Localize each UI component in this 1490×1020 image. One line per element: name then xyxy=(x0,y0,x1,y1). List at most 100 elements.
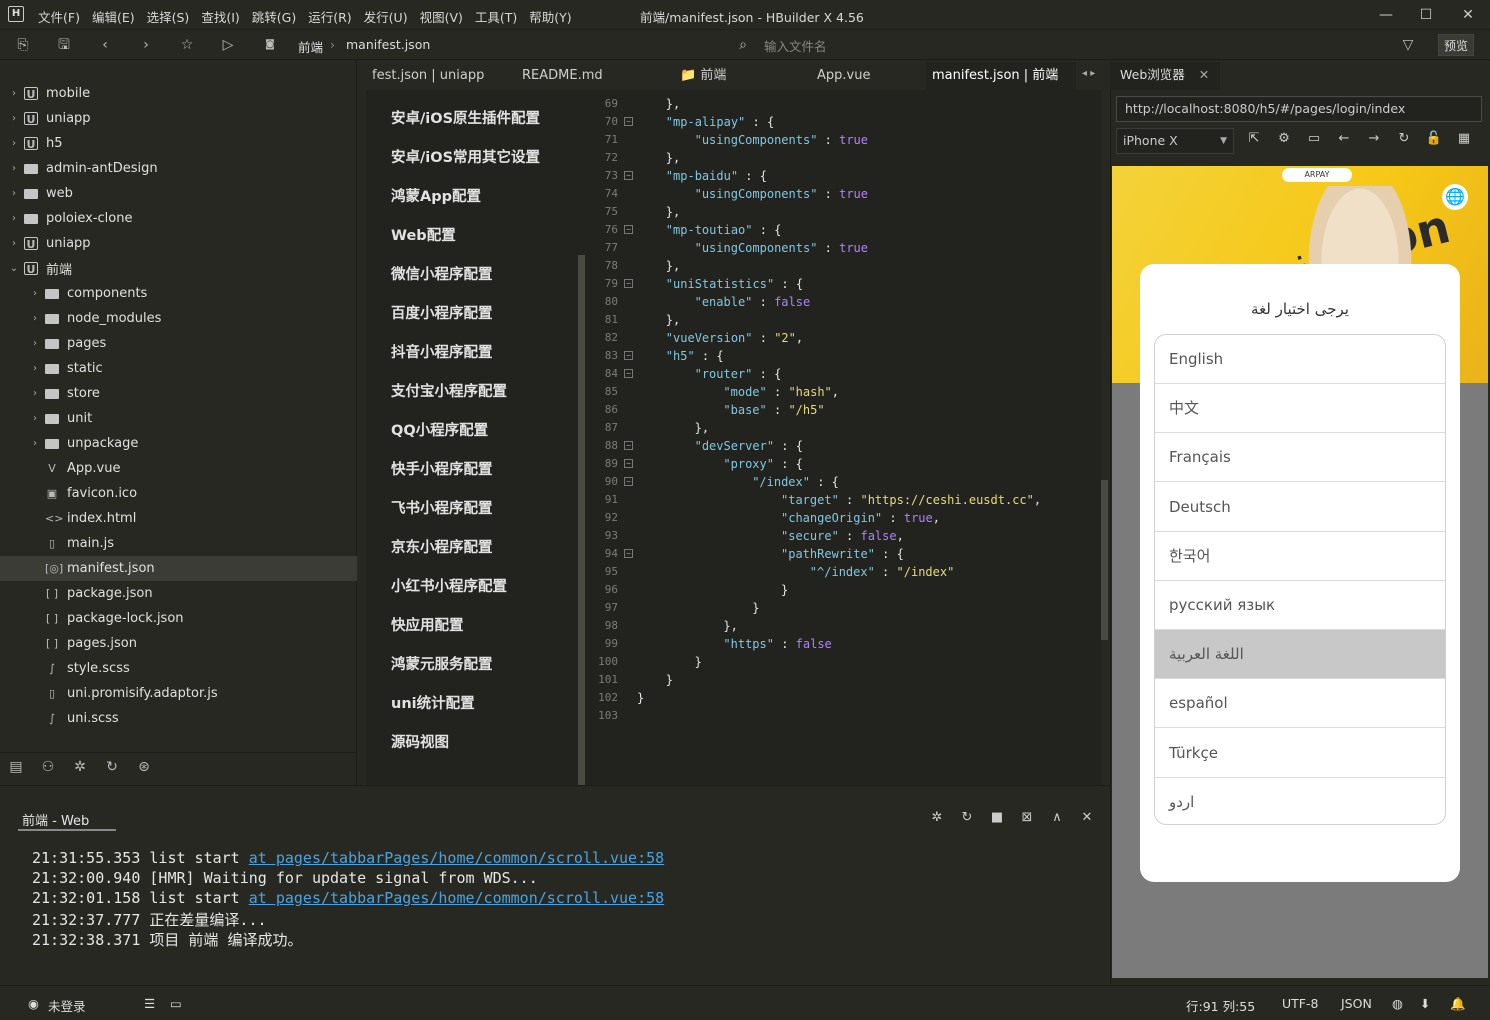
menu-item[interactable]: 帮助(Y) xyxy=(529,7,571,26)
close-panel-icon[interactable]: ✕ xyxy=(1077,810,1097,830)
fold-toggle-icon[interactable]: − xyxy=(624,279,633,288)
menu-item[interactable]: 运行(R) xyxy=(308,7,351,26)
tab-scroll-icon[interactable]: ◂ ▸ xyxy=(1082,68,1095,79)
settings-gear-icon[interactable]: ⚙ xyxy=(1274,131,1294,151)
tree-item[interactable]: ∫ uni.scss xyxy=(0,706,357,731)
fold-toggle-icon[interactable]: − xyxy=(624,369,633,378)
settings-nav-item[interactable]: 百度小程序配置 xyxy=(391,302,493,323)
tree-item[interactable]: ▯ main.js xyxy=(0,531,357,556)
tree-item[interactable]: › web xyxy=(0,181,357,206)
minimize-icon[interactable]: — xyxy=(1374,4,1398,26)
fold-toggle-icon[interactable]: − xyxy=(624,441,633,450)
log-source-link[interactable]: at pages/tabbarPages/home/common/scroll.… xyxy=(249,889,664,907)
download-icon[interactable]: ⬇ xyxy=(1420,996,1430,1011)
language-option[interactable]: русский язык xyxy=(1155,581,1445,630)
fold-toggle-icon[interactable]: − xyxy=(624,171,633,180)
language-option[interactable]: English xyxy=(1155,335,1445,384)
tree-item[interactable]: ∫ style.scss xyxy=(0,656,357,681)
settings-nav-item[interactable]: 快手小程序配置 xyxy=(391,458,493,479)
language-mode[interactable]: JSON xyxy=(1341,996,1372,1011)
settings-scrollbar[interactable] xyxy=(578,255,585,785)
fold-toggle-icon[interactable]: − xyxy=(624,351,633,360)
language-option[interactable]: Deutsch xyxy=(1155,483,1445,532)
restart-icon[interactable]: ↻ xyxy=(957,810,977,830)
run-icon[interactable]: ▷ xyxy=(218,35,238,55)
explorer-tab-icon[interactable]: ▤ xyxy=(6,759,26,779)
tree-item[interactable]: › components xyxy=(0,281,357,306)
fold-toggle-icon[interactable]: − xyxy=(624,117,633,126)
menu-item[interactable]: 发行(U) xyxy=(364,7,408,26)
extensions-tab-icon[interactable]: ⊛ xyxy=(134,759,154,779)
settings-nav-item[interactable]: 抖音小程序配置 xyxy=(391,341,493,362)
back-icon[interactable]: ‹ xyxy=(95,35,115,55)
settings-nav-item[interactable]: 安卓/iOS常用其它设置 xyxy=(391,146,540,167)
preview-button[interactable]: 预览 xyxy=(1438,34,1474,56)
tree-item[interactable]: ⌄ U 前端 xyxy=(0,256,357,281)
console-icon[interactable]: ▭ xyxy=(1304,131,1324,151)
settings-nav-item[interactable]: 京东小程序配置 xyxy=(391,536,493,557)
language-option[interactable]: español xyxy=(1155,679,1445,729)
lock-icon[interactable]: 🔓 xyxy=(1424,131,1444,151)
tree-item[interactable]: › unit xyxy=(0,406,357,431)
menu-item[interactable]: 文件(F) xyxy=(38,7,80,26)
tree-item[interactable]: [ ] package-lock.json xyxy=(0,606,357,631)
stop-icon[interactable]: ■ xyxy=(987,810,1007,830)
fold-toggle-icon[interactable]: − xyxy=(624,459,633,468)
menu-item[interactable]: 工具(T) xyxy=(475,7,517,26)
tree-item[interactable]: › Uuniapp xyxy=(0,231,357,256)
grid-icon[interactable]: ▦ xyxy=(1454,131,1474,151)
tree-item[interactable]: ▯ uni.promisify.adaptor.js xyxy=(0,681,357,706)
menu-item[interactable]: 选择(S) xyxy=(147,7,190,26)
forward-icon[interactable]: › xyxy=(136,35,156,55)
encoding[interactable]: UTF-8 xyxy=(1282,996,1318,1011)
settings-nav-item[interactable]: 快应用配置 xyxy=(391,614,464,635)
language-option[interactable]: Français xyxy=(1155,433,1445,483)
settings-nav-item[interactable]: 安卓/iOS原生插件配置 xyxy=(391,107,540,128)
chat-icon[interactable]: ◍ xyxy=(1392,996,1403,1011)
settings-nav-item[interactable]: QQ小程序配置 xyxy=(391,419,488,440)
star-icon[interactable]: ☆ xyxy=(177,35,197,55)
tree-item[interactable]: V App.vue xyxy=(0,456,357,481)
login-status[interactable]: 未登录 xyxy=(48,996,86,1015)
language-option[interactable]: اردو xyxy=(1155,778,1445,824)
tree-item[interactable]: [ ] pages.json xyxy=(0,631,357,656)
maximize-icon[interactable]: ☐ xyxy=(1414,4,1438,26)
tree-item[interactable]: › Uuniapp xyxy=(0,106,357,131)
close-window-icon[interactable]: ✕ xyxy=(1456,4,1480,26)
tree-item[interactable]: [◎] manifest.json xyxy=(0,556,357,581)
editor-tab[interactable]: README.md xyxy=(516,62,609,90)
settings-nav-item[interactable]: 源码视图 xyxy=(391,731,449,752)
code-scrollbar[interactable] xyxy=(1101,480,1108,640)
tree-item[interactable]: › static xyxy=(0,356,357,381)
settings-nav-item[interactable]: 鸿蒙App配置 xyxy=(391,185,481,206)
globe-icon[interactable]: 🌐 xyxy=(1442,184,1468,210)
forward-arrow-icon[interactable]: → xyxy=(1364,131,1384,151)
fold-toggle-icon[interactable]: − xyxy=(624,477,633,486)
editor-tab[interactable]: fest.json | uniapp xyxy=(366,62,490,90)
menu-item[interactable]: 跳转(G) xyxy=(252,7,296,26)
console-tab-title[interactable]: 前端 - Web xyxy=(22,810,89,829)
tree-item[interactable]: <> index.html xyxy=(0,506,357,531)
editor-tab[interactable]: manifest.json | 前端 xyxy=(926,62,1076,90)
tree-item[interactable]: › admin-antDesign xyxy=(0,156,357,181)
bell-icon[interactable]: 🔔 xyxy=(1450,996,1466,1012)
editor-tab[interactable]: App.vue xyxy=(811,62,876,90)
fold-toggle-icon[interactable]: − xyxy=(624,225,633,234)
cursor-position[interactable]: 行:91 列:55 xyxy=(1186,996,1255,1015)
tree-item[interactable]: ▣ favicon.ico xyxy=(0,481,357,506)
tree-item[interactable]: › Uh5 xyxy=(0,131,357,156)
tree-item[interactable]: [ ] package.json xyxy=(0,581,357,606)
settings-nav-item[interactable]: Web配置 xyxy=(391,224,456,245)
close-tab-icon[interactable]: ✕ xyxy=(1199,67,1209,82)
language-option[interactable]: 中文 xyxy=(1155,384,1445,434)
clear-icon[interactable]: ⊠ xyxy=(1017,810,1037,830)
menu-item[interactable]: 编辑(E) xyxy=(92,7,135,26)
settings-nav-item[interactable]: 微信小程序配置 xyxy=(391,263,493,284)
editor-tab[interactable]: 📁 前端 xyxy=(674,62,732,90)
maximize-panel-icon[interactable]: ∧ xyxy=(1047,810,1067,830)
code-editor[interactable]: 69}, 70− "mp-alipay" : {71 "usingComponents… xyxy=(586,90,1101,785)
breadcrumb-file[interactable]: manifest.json xyxy=(346,37,430,52)
reload-icon[interactable]: ↻ xyxy=(1394,131,1414,151)
settings-nav-item[interactable]: 鸿蒙元服务配置 xyxy=(391,653,493,674)
breadcrumb-project[interactable]: 前端 xyxy=(298,37,323,56)
